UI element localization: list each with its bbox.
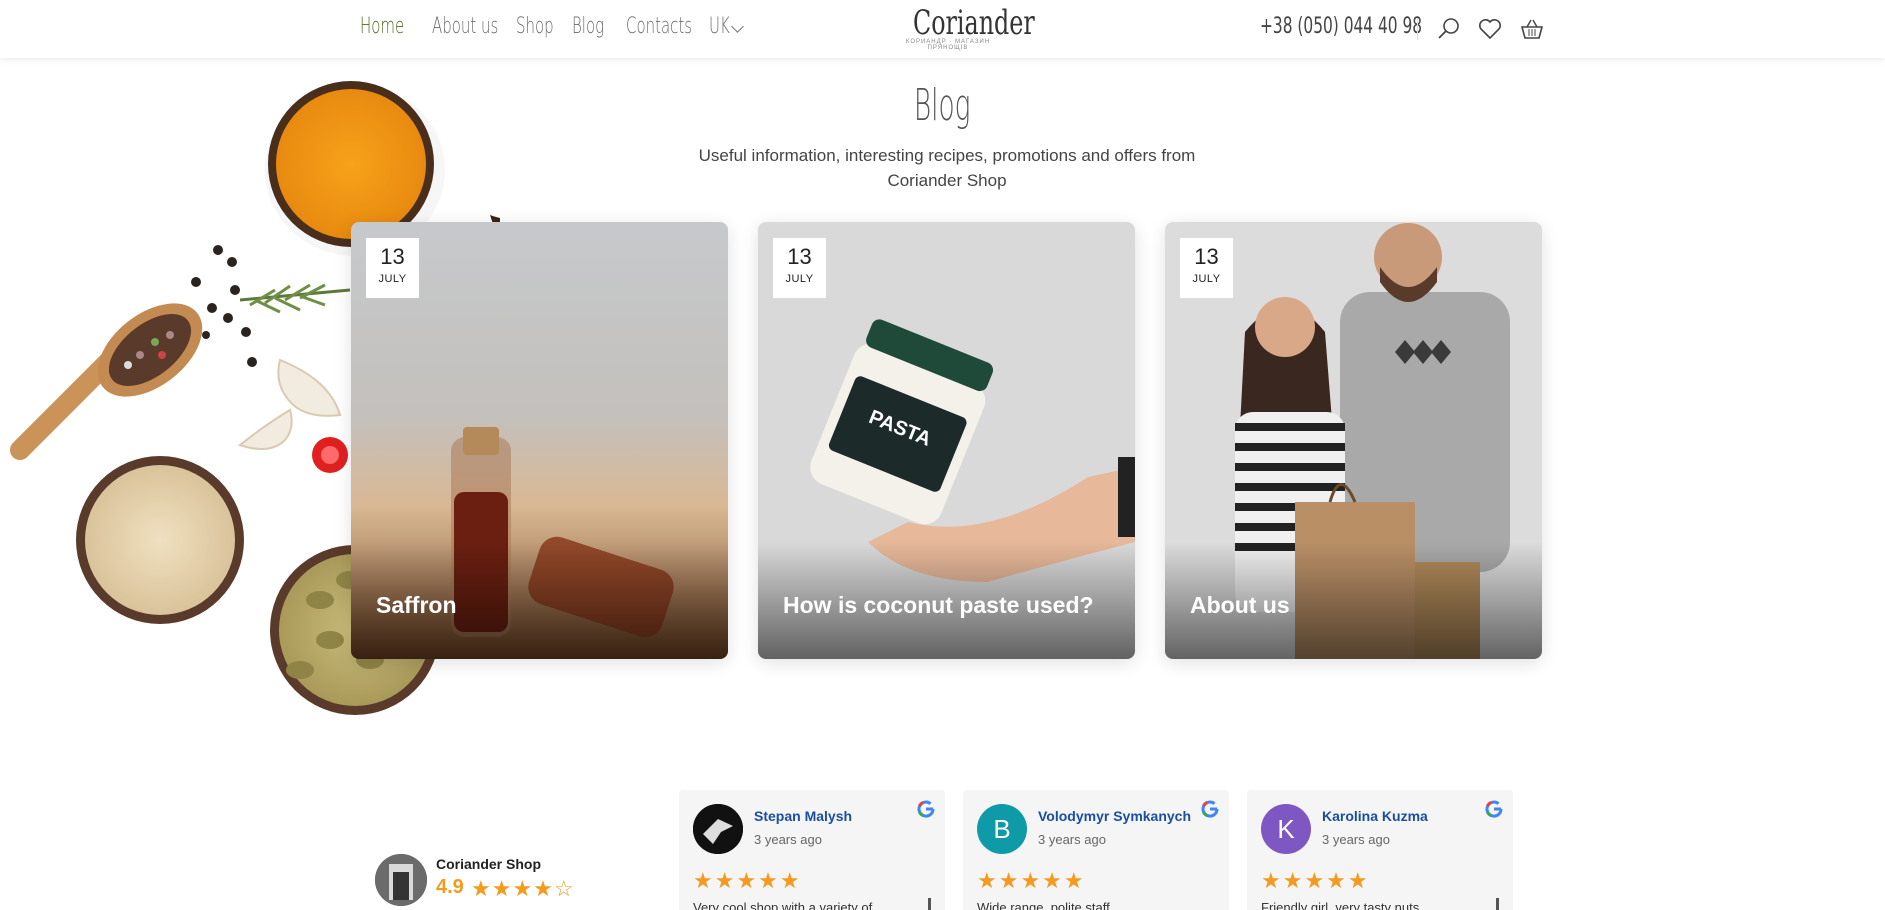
rating-stars: ★★★★☆ [471,876,575,901]
post-day: 13 [787,244,812,269]
nav-about-us[interactable]: About us [432,14,498,39]
nav-shop[interactable]: Shop [516,14,554,39]
review-card: B Volodymyr Symkanych 3 years ago ★★★★★ … [963,790,1229,910]
post-date: 13 JULY [366,238,419,298]
divider [1417,18,1418,40]
post-date: 13 JULY [1180,238,1233,298]
review-stars: ★★★★★ [977,868,1086,893]
avatar [693,804,743,854]
shop-rating-value: 4.9 [436,876,464,898]
google-icon [1201,800,1219,818]
site-header: Home About us Shop Blog Contacts UK Cori… [0,0,1885,58]
review-stars: ★★★★★ [1261,868,1370,893]
nav-contacts[interactable]: Contacts [626,14,692,39]
search-icon[interactable] [1436,16,1462,42]
blog-card-coconut-paste[interactable]: PASTA 13 JULY How is coconut paste used? [758,222,1135,659]
review-stars: ★★★★★ [693,868,802,893]
review-text: Very cool shop with a variety of [693,900,873,910]
post-date: 13 JULY [773,238,826,298]
google-icon [1485,800,1503,818]
review-text: Wide range, polite staff [977,900,1110,910]
review-card: Stepan Malysh 3 years ago ★★★★★ Very coo… [679,790,945,910]
blog-card-about-us[interactable]: 13 JULY About us [1165,222,1542,659]
post-title[interactable]: How is coconut paste used? [783,592,1094,619]
review-scrollbar[interactable] [1496,898,1499,910]
blog-subtitle: Useful information, interesting recipes,… [698,146,1196,190]
review-text: Friendly girl, very tasty nuts [1261,900,1420,910]
reviewer-name[interactable]: Stepan Malysh [754,808,852,824]
reviewer-name[interactable]: Karolina Kuzma [1322,808,1428,824]
chevron-down-icon[interactable] [731,20,744,33]
shop-name: Coriander Shop [436,856,542,872]
reviewer-name[interactable]: Volodymyr Symkanych [1038,808,1191,824]
nav-blog[interactable]: Blog [572,14,604,39]
heart-icon[interactable] [1477,16,1503,42]
review-scrollbar[interactable] [928,898,931,910]
post-month: JULY [378,273,407,285]
site-logo[interactable]: Coriander КОРИАНДР · МАГАЗИН ПРЯНОЩІВ [898,3,1035,51]
review-card: K Karolina Kuzma 3 years ago ★★★★★ Frien… [1247,790,1513,910]
post-month: JULY [1192,273,1221,285]
phone-number[interactable]: +38 (050) 044 40 98 [1260,14,1422,39]
post-month: JULY [785,273,814,285]
logo-text: Coriander [913,3,1035,43]
post-day: 13 [1194,244,1219,269]
review-time: 3 years ago [1322,832,1390,847]
review-time: 3 years ago [754,832,822,847]
post-title[interactable]: Saffron [376,592,457,619]
avatar: B [977,804,1027,854]
blog-card-saffron[interactable]: 13 JULY Saffron [351,222,728,659]
shop-avatar [375,854,427,906]
nav-home[interactable]: Home [360,14,404,39]
blog-title: Blog [914,80,971,131]
google-icon [917,800,935,818]
language-select[interactable]: UK [709,14,730,39]
post-day: 13 [380,244,405,269]
basket-icon[interactable] [1519,16,1545,42]
avatar: K [1261,804,1311,854]
review-time: 3 years ago [1038,832,1106,847]
post-title[interactable]: About us [1190,592,1290,619]
